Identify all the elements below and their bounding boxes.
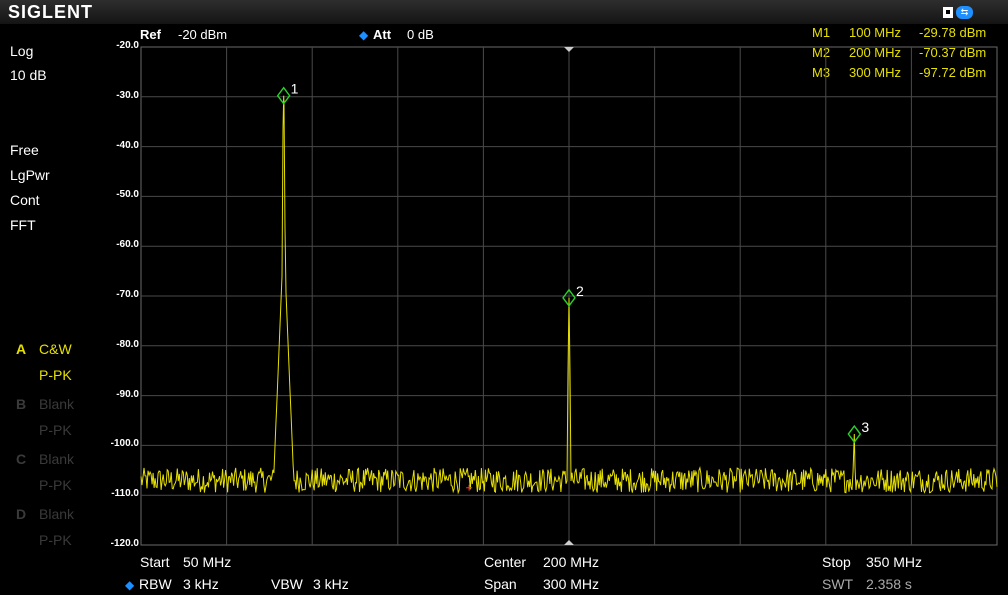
vbw-value[interactable]: 3 kHz <box>313 576 349 592</box>
reference-tick-icon <box>466 484 473 491</box>
swt-label[interactable]: SWT <box>822 576 853 592</box>
stop-label[interactable]: Stop <box>822 554 851 570</box>
rbw-indicator: ◆ <box>125 576 134 592</box>
diamond-icon: ◆ <box>125 578 135 592</box>
marker-1-label: 1 <box>291 81 299 97</box>
marker-3-label: 3 <box>861 419 869 435</box>
span-label[interactable]: Span <box>484 576 517 592</box>
span-value[interactable]: 300 MHz <box>543 576 599 592</box>
center-value[interactable]: 200 MHz <box>543 554 599 570</box>
swt-value[interactable]: 2.358 s <box>866 576 912 592</box>
start-value[interactable]: 50 MHz <box>183 554 231 570</box>
rbw-label[interactable]: RBW <box>139 576 172 592</box>
start-label[interactable]: Start <box>140 554 170 570</box>
spectrum-plot[interactable]: 1 2 3 <box>0 0 1008 595</box>
stop-value[interactable]: 350 MHz <box>866 554 922 570</box>
center-top-marker <box>564 47 574 52</box>
marker-2-label: 2 <box>576 283 584 299</box>
center-label[interactable]: Center <box>484 554 526 570</box>
center-bottom-marker <box>564 540 574 545</box>
vbw-label[interactable]: VBW <box>271 576 303 592</box>
rbw-value[interactable]: 3 kHz <box>183 576 219 592</box>
